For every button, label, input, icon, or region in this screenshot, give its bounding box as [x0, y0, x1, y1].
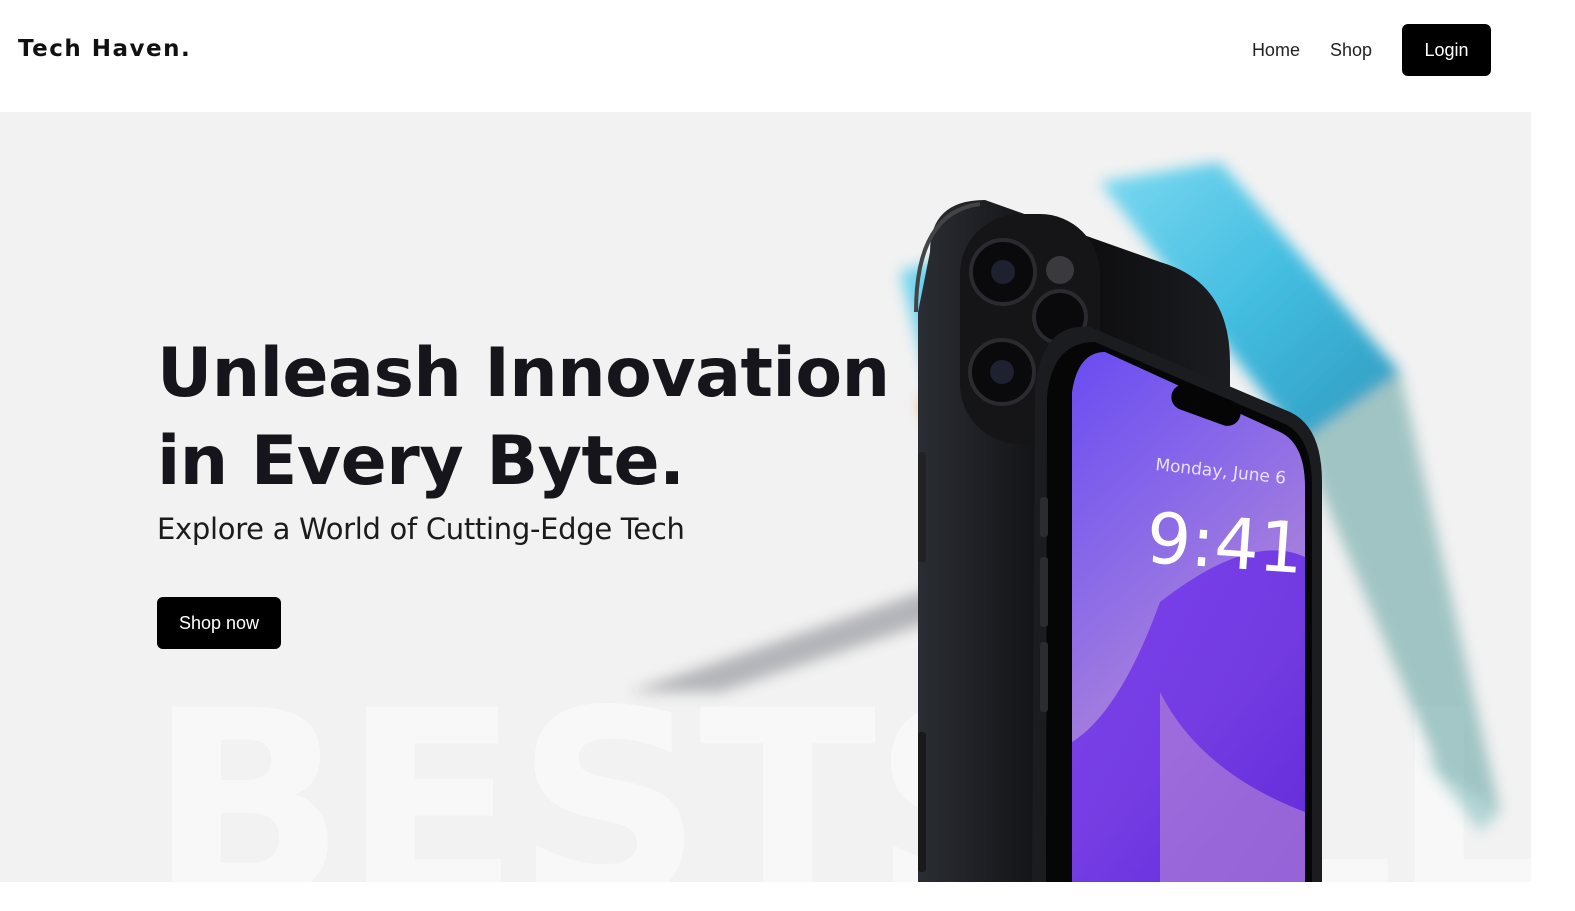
nav-home-link[interactable]: Home	[1252, 40, 1300, 61]
nav-shop-link[interactable]: Shop	[1330, 40, 1372, 61]
hero-section: BESTSELLER	[0, 112, 1531, 882]
main-nav: Home Shop Login	[1252, 24, 1491, 76]
shop-now-button[interactable]: Shop now	[157, 597, 281, 649]
hero-title-line-2: in Every Byte.	[157, 422, 685, 501]
phone-time-text: 9:41	[1144, 497, 1307, 590]
login-button[interactable]: Login	[1402, 24, 1491, 76]
hero-subtitle: Explore a World of Cutting-Edge Tech	[157, 512, 685, 546]
site-logo[interactable]: Tech Haven.	[18, 36, 191, 62]
phone-front-image: Monday, June 6 9:41	[1032, 326, 1322, 882]
hero-title-line-1: Unleash Innovation	[157, 334, 890, 413]
hero-title: Unleash Innovation in Every Byte.	[157, 330, 890, 506]
site-header: Tech Haven. Home Shop Login	[0, 0, 1575, 112]
hero-devices-image: Monday, June 6 9:41	[630, 162, 1500, 882]
page-bottom-strip	[0, 882, 1575, 911]
